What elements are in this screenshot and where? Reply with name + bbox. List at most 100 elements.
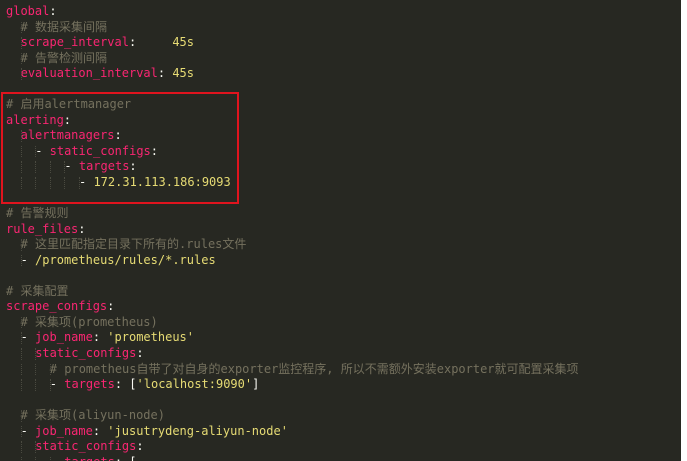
code-line[interactable]: - 172.31.113.186:9093 <box>0 175 681 191</box>
code-line[interactable]: global: <box>0 4 681 20</box>
code-line[interactable]: rule_files: <box>0 222 681 238</box>
code-line[interactable]: alerting: <box>0 113 681 129</box>
indent-guide <box>35 145 37 158</box>
indent-guide <box>64 161 66 174</box>
indent-guide <box>20 239 22 251</box>
yaml-punctuation: : <box>63 112 72 127</box>
code-line[interactable]: # 这里匹配指定目录下所有的.rules文件 <box>0 237 681 253</box>
code-line[interactable]: - job_name: 'prometheus' <box>0 330 681 346</box>
yaml-key: targets <box>64 377 115 392</box>
code-line[interactable]: scrape_configs: <box>0 299 681 315</box>
code-line[interactable]: # 采集项(prometheus) <box>0 315 681 331</box>
code-line[interactable]: # 采集配置 <box>0 284 681 300</box>
indent-guide <box>49 177 51 189</box>
yaml-key: job_name <box>35 330 93 345</box>
indent-guide <box>20 130 22 142</box>
code-line[interactable]: - job_name: 'jusutrydeng-aliyun-node' <box>0 424 681 440</box>
yaml-key: static_configs <box>35 439 137 454</box>
yaml-key: alertmanagers <box>20 128 115 143</box>
yaml-comment: # 告警规则 <box>6 206 69 221</box>
yaml-comment: # prometheus自带了对自身的exporter监控程序, 所以不需额外安… <box>49 361 579 376</box>
code-editor[interactable]: global: # 数据采集间隔 scrape_interval: 45s # 告警检… <box>0 0 681 461</box>
yaml-string: 'jusutrydeng-aliyun-node' <box>107 423 288 438</box>
yaml-punctuation: ] <box>252 377 260 392</box>
indent-guide <box>49 363 51 376</box>
indent-guide <box>20 37 22 49</box>
code-line[interactable]: # 告警检测间隔 <box>0 51 681 67</box>
yaml-key: rule_files <box>6 221 79 236</box>
yaml-list-dash: - <box>64 159 79 174</box>
yaml-comment: # 采集项(prometheus) <box>20 314 158 329</box>
yaml-list-dash: - <box>79 175 94 190</box>
yaml-punctuation: : <box>150 143 159 158</box>
code-line[interactable]: evaluation_interval: 45s <box>0 66 681 82</box>
indent-guide <box>79 177 80 189</box>
code-line[interactable]: - static_configs: <box>0 144 681 160</box>
yaml-key: evaluation_interval <box>20 66 158 81</box>
indent-guide <box>20 379 22 391</box>
code-line[interactable]: # 启用alertmanager <box>0 97 681 113</box>
indent-guide <box>35 379 37 391</box>
yaml-list-dash: - <box>20 423 36 438</box>
indent-guide <box>35 456 37 461</box>
yaml-list-dash: - <box>20 252 36 267</box>
indent-guide <box>20 332 22 345</box>
yaml-list-dash: - <box>35 143 50 158</box>
indent-guide <box>20 52 22 65</box>
code-line[interactable]: # 数据采集间隔 <box>0 20 681 36</box>
indent-guide <box>20 456 22 461</box>
indent-guide <box>35 441 37 453</box>
indent-guide <box>20 441 22 453</box>
yaml-punctuation: : [ <box>114 377 137 392</box>
code-line[interactable] <box>0 191 681 207</box>
code-line[interactable] <box>0 268 681 284</box>
yaml-comment: # 采集项(aliyun-node) <box>20 408 165 423</box>
yaml-punctuation: : <box>157 66 173 81</box>
yaml-comment: # 告警检测间隔 <box>20 50 108 65</box>
code-content[interactable]: global: # 数据采集间隔 scrape_interval: 45s # 告警检… <box>0 4 681 461</box>
code-line[interactable]: - targets: ['localhost:9090'] <box>0 377 681 393</box>
indent-guide <box>35 161 37 174</box>
yaml-key: targets <box>64 455 115 461</box>
code-line[interactable]: # 告警规则 <box>0 206 681 222</box>
code-line[interactable]: # prometheus自带了对自身的exporter监控程序, 所以不需额外安… <box>0 362 681 378</box>
yaml-punctuation: : <box>136 346 144 361</box>
yaml-value: 45s <box>172 66 195 81</box>
yaml-punctuation: : <box>128 35 173 50</box>
indent-guide <box>20 21 22 34</box>
code-line[interactable] <box>0 82 681 98</box>
yaml-key: job_name <box>35 423 93 438</box>
yaml-punctuation: : [ <box>115 455 137 461</box>
yaml-value: 45s <box>172 35 195 50</box>
code-line[interactable]: scrape_interval: 45s <box>0 35 681 51</box>
code-line[interactable]: - targets: [ <box>0 455 681 461</box>
indent-guide <box>20 68 22 80</box>
yaml-punctuation: : <box>92 330 108 345</box>
indent-guide <box>64 177 66 189</box>
yaml-comment: # 采集配置 <box>6 283 69 298</box>
yaml-list-dash: - <box>49 377 65 392</box>
code-line[interactable] <box>0 393 681 409</box>
code-line[interactable]: alertmanagers: <box>0 128 681 144</box>
code-line[interactable]: # 采集项(aliyun-node) <box>0 408 681 424</box>
yaml-key: scrape_interval <box>20 35 129 50</box>
yaml-punctuation: : <box>78 221 86 236</box>
code-line[interactable]: static_configs: <box>0 439 681 455</box>
code-line[interactable]: - /prometheus/rules/*.rules <box>0 253 681 269</box>
code-line[interactable]: static_configs: <box>0 346 681 362</box>
yaml-punctuation: : <box>49 4 57 18</box>
yaml-string: 'localhost:9090' <box>136 377 253 392</box>
indent-guide <box>35 177 37 189</box>
indent-guide <box>20 145 22 158</box>
code-line[interactable]: - targets: <box>0 159 681 175</box>
